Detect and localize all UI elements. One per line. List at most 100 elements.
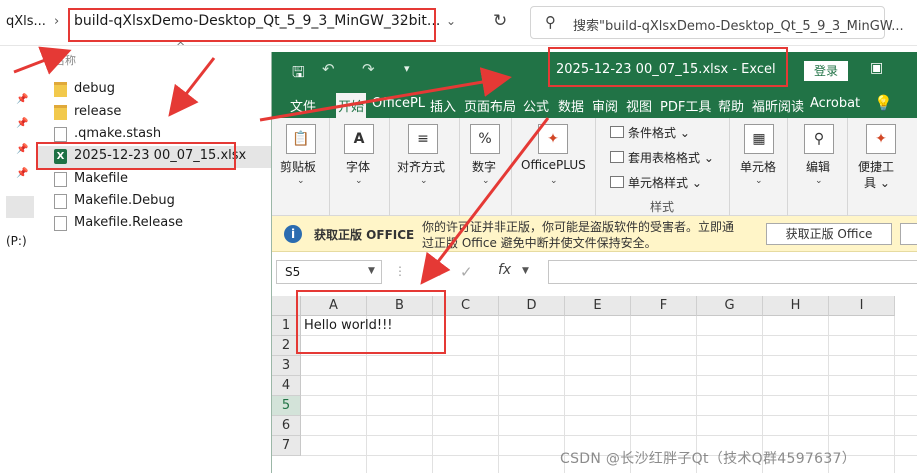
save-icon[interactable]: 🖫 xyxy=(292,62,305,87)
address-prefix[interactable]: qXls... xyxy=(6,14,46,29)
tab-home[interactable]: 开始 xyxy=(338,96,364,115)
quick-access-dropdown-icon[interactable]: ▾ xyxy=(404,62,410,75)
formula-bar-grip-icon[interactable]: ⋮ xyxy=(394,264,406,278)
font-icon[interactable]: A xyxy=(344,124,374,154)
chevron-down-icon[interactable]: ⌄ xyxy=(355,176,363,186)
chevron-down-icon[interactable]: ⌄ xyxy=(420,176,428,186)
group-alignment: ≡ 对齐方式 ⌄ xyxy=(390,118,460,216)
row-header-3[interactable]: 3 xyxy=(272,356,301,376)
chevron-down-icon[interactable]: ⌄ xyxy=(815,176,823,186)
cell-style-button[interactable]: 单元格样式 ⌄ xyxy=(610,174,702,191)
worksheet-grid[interactable]: ABCDEFGHI 1234567 Hello world!!! xyxy=(272,290,917,473)
file-name: .qmake.stash xyxy=(74,126,162,141)
nav-drive-label[interactable]: (P:) xyxy=(6,234,27,248)
quick-tools-label[interactable]: 便捷工 xyxy=(858,158,894,175)
tab-officeplus[interactable]: OfficePL xyxy=(372,96,425,111)
address-chevron-icon[interactable]: › xyxy=(54,14,59,29)
column-header-e[interactable]: E xyxy=(565,296,631,316)
alignment-icon[interactable]: ≡ xyxy=(408,124,438,154)
cells-icon[interactable]: ▦ xyxy=(744,124,774,154)
file-icon xyxy=(54,216,67,231)
pin-icon[interactable]: 📌 xyxy=(16,144,28,155)
table-format-button[interactable]: 套用表格格式 ⌄ xyxy=(610,149,714,166)
refresh-icon[interactable]: ↻ xyxy=(493,11,507,31)
row-header-4[interactable]: 4 xyxy=(272,376,301,396)
tab-pdf-tools[interactable]: PDF工具 xyxy=(660,96,711,115)
column-header-f[interactable]: F xyxy=(631,296,697,316)
nav-selected-item[interactable] xyxy=(6,196,34,218)
file-row-makefile-release[interactable]: Makefile.Release xyxy=(38,213,272,235)
ribbon-display-options-icon[interactable]: ▣ xyxy=(870,60,883,76)
alignment-label[interactable]: 对齐方式 xyxy=(397,158,445,175)
grid-hline xyxy=(301,355,917,356)
chevron-down-icon[interactable]: ▼ xyxy=(368,266,375,276)
row-header-7[interactable]: 7 xyxy=(272,436,301,456)
percent-icon[interactable]: % xyxy=(470,124,500,154)
cells-label[interactable]: 单元格 xyxy=(740,158,776,175)
row-header-5[interactable]: 5 xyxy=(272,396,301,416)
tab-data[interactable]: 数据 xyxy=(558,96,584,115)
name-box[interactable]: S5 xyxy=(276,260,382,284)
file-row-release[interactable]: release xyxy=(38,102,272,124)
group-clipboard: 📋 剪贴板 ⌄ xyxy=(272,118,330,216)
tab-review[interactable]: 审阅 xyxy=(592,96,618,115)
row-header-6[interactable]: 6 xyxy=(272,416,301,436)
chevron-down-icon[interactable]: ⌄ xyxy=(482,176,490,186)
function-icon[interactable]: fx xyxy=(498,262,511,278)
ribbon-tabs: 文件 开始 OfficePL 插入 页面布局 公式 数据 审阅 视图 PDF工具… xyxy=(272,90,917,118)
tab-view[interactable]: 视图 xyxy=(626,96,652,115)
notice-text-line2: 过正版 Office 避免中断并使文件保持安全。 xyxy=(422,236,657,250)
quick-tools-label-2[interactable]: 具 ⌄ xyxy=(864,174,890,191)
file-row-debug[interactable]: debug xyxy=(38,79,272,101)
tab-help[interactable]: 帮助 xyxy=(718,96,744,115)
file-row-makefile-debug[interactable]: Makefile.Debug xyxy=(38,191,272,213)
notice-title: 获取正版 OFFICE xyxy=(314,228,415,242)
chevron-down-icon[interactable]: ⌄ xyxy=(297,176,305,186)
column-header-h[interactable]: H xyxy=(763,296,829,316)
conditional-format-label: 条件格式 xyxy=(628,126,677,140)
pin-icon[interactable]: 📌 xyxy=(16,94,28,105)
notice-extra-button[interactable] xyxy=(900,223,917,245)
sort-chevron-icon[interactable]: ^ xyxy=(176,40,185,53)
search-edit-icon[interactable]: ⚲ xyxy=(804,124,834,154)
tab-insert[interactable]: 插入 xyxy=(430,96,456,115)
pin-icon[interactable]: 📌 xyxy=(16,118,28,129)
address-dropdown-icon[interactable]: ⌄ xyxy=(446,14,456,28)
info-icon: i xyxy=(284,225,302,243)
enter-icon[interactable]: ✓ xyxy=(460,263,473,281)
clipboard-icon[interactable]: 📋 xyxy=(286,124,316,154)
conditional-format-button[interactable]: 条件格式 ⌄ xyxy=(610,124,690,141)
officeplus-icon[interactable]: ✦ xyxy=(538,124,568,154)
login-button[interactable]: 登录 xyxy=(804,61,848,81)
file-row-makefile[interactable]: Makefile xyxy=(38,169,272,191)
lightbulb-icon[interactable]: 💡 xyxy=(874,94,893,112)
search-input[interactable]: ⚲ 搜索"build-qXlsxDemo-Desktop_Qt_5_9_3_Mi… xyxy=(530,6,904,39)
pin-icon[interactable]: 📌 xyxy=(16,168,28,179)
officeplus-label[interactable]: OfficePLUS xyxy=(521,158,586,172)
column-header-d[interactable]: D xyxy=(499,296,565,316)
formula-input[interactable] xyxy=(548,260,917,284)
cancel-icon[interactable]: ✕ xyxy=(430,263,443,281)
get-genuine-button[interactable]: 获取正版 Office xyxy=(766,223,892,245)
excel-title-bar: 🖫 ↶ ↷ ▾ 2025-12-23 00_07_15.xlsx - Excel… xyxy=(272,47,917,90)
name-column-header[interactable]: 名称 xyxy=(54,52,76,68)
column-header-i[interactable]: I xyxy=(829,296,895,316)
tab-foxit[interactable]: 福昕阅读 xyxy=(752,96,804,115)
column-header-g[interactable]: G xyxy=(697,296,763,316)
tab-formulas[interactable]: 公式 xyxy=(523,96,549,115)
ribbon-home: 📋 剪贴板 ⌄ A 字体 ⌄ ≡ 对齐方式 ⌄ % 数字 ⌄ ✦ OfficeP… xyxy=(272,118,917,216)
chevron-down-icon[interactable]: ⌄ xyxy=(755,176,763,186)
tab-file[interactable]: 文件 xyxy=(290,96,316,115)
redo-icon[interactable]: ↷ xyxy=(362,60,375,78)
chevron-down-icon[interactable]: ⌄ xyxy=(550,176,558,186)
undo-icon[interactable]: ↶ xyxy=(322,60,335,78)
tab-page-layout[interactable]: 页面布局 xyxy=(464,96,516,115)
quick-tools-icon[interactable]: ✦ xyxy=(866,124,896,154)
clipboard-label[interactable]: 剪贴板 xyxy=(280,158,316,175)
number-label[interactable]: 数字 xyxy=(472,158,496,175)
font-label[interactable]: 字体 xyxy=(346,158,370,175)
tab-acrobat[interactable]: Acrobat xyxy=(810,96,860,111)
chevron-down-icon[interactable]: ▼ xyxy=(522,266,529,276)
editing-label[interactable]: 编辑 xyxy=(806,158,830,175)
styles-group-label: 样式 xyxy=(650,200,675,214)
